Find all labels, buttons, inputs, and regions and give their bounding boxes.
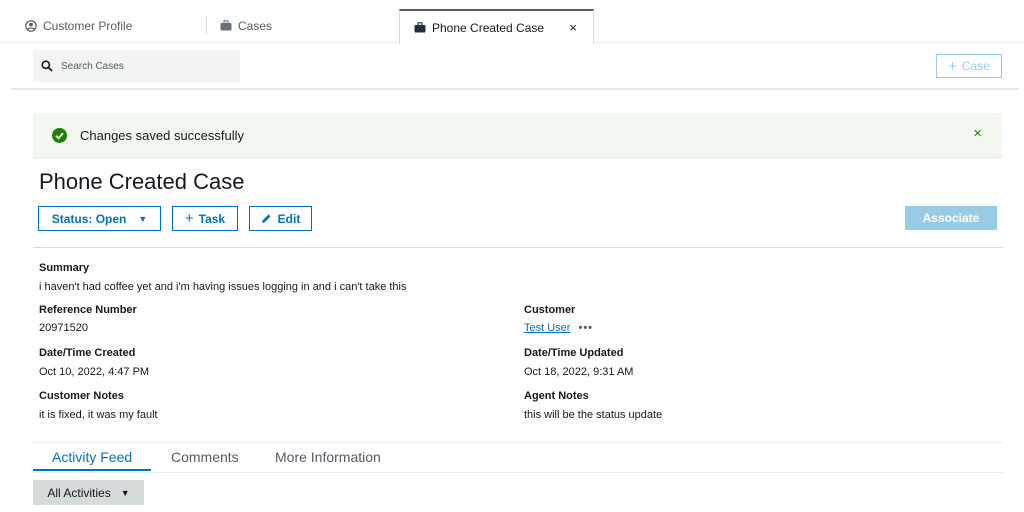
success-flash: Changes saved successfully × <box>33 113 1002 158</box>
tab-phone-created-case-label: Phone Created Case <box>432 20 545 35</box>
status-dropdown-button[interactable]: Status: Open ▼ <box>38 206 161 231</box>
page-title: Phone Created Case <box>39 169 245 194</box>
date-created-label: Date/Time Created <box>39 347 136 359</box>
summary-label: Summary <box>39 262 90 274</box>
divider <box>33 472 1003 473</box>
all-activities-label: All Activities <box>47 485 111 500</box>
tab-more-information[interactable]: More Information <box>275 449 381 465</box>
plus-icon: + <box>184 210 194 227</box>
all-activities-dropdown[interactable]: All Activities ▼ <box>33 480 144 505</box>
dismiss-flash-icon[interactable]: × <box>973 125 982 142</box>
flash-message: Changes saved successfully <box>80 127 245 143</box>
tab-customer-profile[interactable]: Customer Profile <box>25 8 132 43</box>
tab-cases[interactable]: Cases <box>220 8 272 43</box>
add-case-label: Case <box>961 59 990 73</box>
search-icon <box>41 60 53 72</box>
caret-down-icon: ▼ <box>120 487 130 498</box>
reference-number-value: 20971520 <box>39 322 88 334</box>
customer-link[interactable]: Test User <box>524 322 570 334</box>
tab-cases-label: Cases <box>238 18 273 33</box>
customer-notes-label: Customer Notes <box>39 390 124 402</box>
agent-notes-label: Agent Notes <box>524 390 589 402</box>
add-task-button[interactable]: + Task <box>172 206 238 231</box>
close-tab-icon[interactable]: × <box>569 20 577 35</box>
add-task-label: Task <box>198 211 226 226</box>
plus-icon: + <box>948 57 957 75</box>
edit-button[interactable]: Edit <box>249 206 312 231</box>
tab-comments[interactable]: Comments <box>171 449 239 465</box>
search-cases-input[interactable] <box>61 60 231 72</box>
divider <box>33 442 1003 443</box>
edit-label: Edit <box>277 211 301 226</box>
briefcase-icon <box>414 22 426 33</box>
tab-customer-profile-label: Customer Profile <box>43 18 133 33</box>
check-circle-icon <box>52 127 67 143</box>
divider <box>11 88 1019 90</box>
reference-number-label: Reference Number <box>39 304 137 316</box>
tab-bar: Customer Profile Cases Phone Created Cas… <box>0 0 1024 44</box>
date-updated-label: Date/Time Updated <box>524 347 624 359</box>
divider <box>33 247 1003 248</box>
search-cases-field <box>33 50 240 82</box>
customer-label: Customer <box>524 304 576 316</box>
tab-separator <box>206 16 207 34</box>
briefcase-icon <box>220 20 232 31</box>
more-options-icon[interactable]: ••• <box>578 322 593 334</box>
pencil-icon <box>261 213 272 224</box>
date-updated-value: Oct 18, 2022, 9:31 AM <box>524 366 634 378</box>
agent-notes-value: this will be the status update <box>524 409 663 421</box>
user-circle-icon <box>25 19 37 32</box>
tab-activity-feed[interactable]: Activity Feed <box>52 449 132 465</box>
tab-phone-created-case[interactable]: Phone Created Case × <box>399 9 594 44</box>
customer-value-row: Test User ••• <box>524 322 593 334</box>
customer-notes-value: it is fixed, it was my fault <box>39 409 158 421</box>
caret-down-icon: ▼ <box>138 213 148 224</box>
summary-value: i haven't had coffee yet and i'm having … <box>39 281 407 293</box>
active-tab-indicator <box>33 469 151 471</box>
status-label: Status: Open <box>51 211 127 226</box>
add-case-button[interactable]: + Case <box>936 54 1002 78</box>
associate-button[interactable]: Associate <box>905 206 997 230</box>
date-created-value: Oct 10, 2022, 4:47 PM <box>39 366 150 378</box>
